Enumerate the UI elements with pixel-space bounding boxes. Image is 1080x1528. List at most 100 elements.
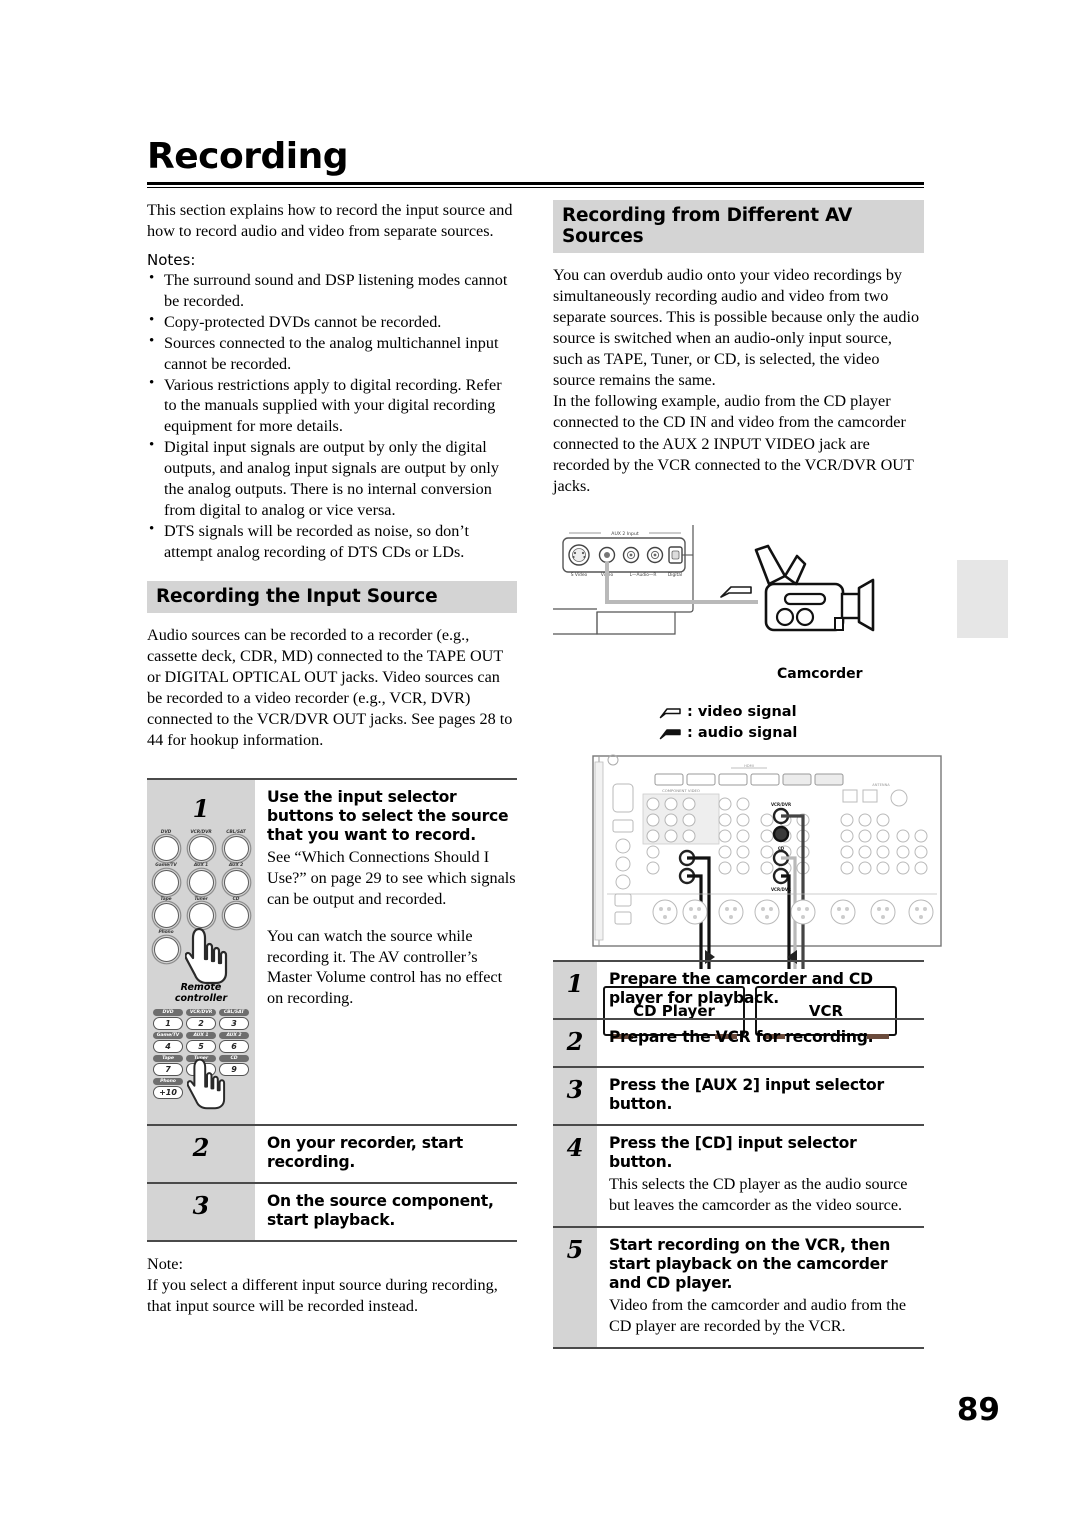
remote-knob-cblsat[interactable]: CBL/SAT (221, 829, 251, 862)
step-number: 5 (553, 1226, 597, 1348)
keypad-key-6[interactable]: AUX 2 6 (219, 1031, 249, 1053)
step-number: 4 (553, 1125, 597, 1227)
remote-controller-illustration: 1 DVD VCR/DVR CBL/SAT Game/TV AUX 1 AUX … (147, 778, 255, 1125)
key-caption: Phono (153, 1077, 183, 1085)
keypad-key-9[interactable]: CD 9 (219, 1054, 249, 1076)
key-label: 4 (153, 1039, 183, 1053)
av-sources-steps-table: 1 Prepare the camcorder and CD player fo… (553, 960, 924, 1349)
input-source-steps-table: 1 DVD VCR/DVR CBL/SAT Game/TV AUX 1 AUX … (147, 778, 517, 1242)
intro-paragraph: This section explains how to record the … (147, 201, 513, 241)
remote-knob-aux1[interactable]: AUX 1 (186, 863, 216, 895)
final-note-label: Note: (147, 1254, 183, 1273)
audio-signal-arrow-icon (659, 728, 681, 739)
step-number: 2 (553, 1019, 597, 1068)
legend-row-video: : video signal (659, 702, 924, 723)
keypad-key-2[interactable]: VCR/DVR 2 (186, 1008, 216, 1030)
step-body-1: See “Which Connections Should I Use?” on… (267, 848, 516, 908)
knob-circle-icon (223, 836, 249, 862)
notes-label: Notes: (147, 251, 196, 270)
keypad-key-7[interactable]: Tape 7 (153, 1054, 183, 1076)
key-caption: Tape (153, 1054, 183, 1062)
knob-circle-icon (153, 903, 179, 929)
video-signal-arrow-icon (659, 707, 681, 718)
keypad-key-5[interactable]: AUX 1 5 (186, 1031, 216, 1053)
note-item: The surround sound and DSP listening mod… (147, 269, 517, 312)
key-label: 9 (219, 1062, 249, 1076)
jack-label-vcrdvr-top: VCR/DVR (771, 802, 791, 807)
knob-circle-icon (188, 869, 214, 895)
svg-text:HDMI: HDMI (744, 764, 754, 768)
svg-text:ANTENNA: ANTENNA (872, 783, 890, 787)
knob-caption: Tape (160, 896, 172, 902)
remote-knob-tuner[interactable]: Tuner (186, 896, 216, 929)
remote-knob-dvd[interactable]: DVD (151, 830, 181, 862)
legend-audio-text: : audio signal (687, 724, 798, 741)
step-heading: Press the [AUX 2] input selector button. (609, 1076, 884, 1114)
knob-circle-icon (153, 869, 179, 895)
keypad-key-plus10[interactable]: Phono +10 (153, 1077, 183, 1112)
table-row: 5 Start recording on the VCR, then start… (553, 1226, 924, 1348)
key-caption: CD (219, 1054, 249, 1062)
table-row: 1 DVD VCR/DVR CBL/SAT Game/TV AUX 1 AUX … (147, 778, 517, 1125)
step-heading: On your recorder, start recording. (267, 1133, 463, 1171)
step-heading: Use the input selector buttons to select… (267, 787, 509, 844)
av-step-2-content: Prepare the VCR for recording. (597, 1019, 924, 1067)
manual-page: Recording This section explains how to r… (0, 0, 1080, 1528)
aux2-panel-title: AUX 2 Input (611, 531, 639, 537)
remote-knob-gametv[interactable]: Game/TV (151, 863, 181, 895)
av-step-4-content: Press the [CD] input selector button. Th… (597, 1125, 924, 1227)
step-number: 1 (553, 961, 597, 1020)
input-source-paragraph: Audio sources can be recorded to a recor… (147, 625, 513, 749)
av-step-1-content: Prepare the camcorder and CD player for … (597, 961, 924, 1019)
key-label: 5 (186, 1039, 216, 1053)
knob-caption: Tuner (194, 896, 208, 902)
rear-panel-diagram: HDMI COMPONENT VIDEO VCR/DVR CD VCR/DVR … (592, 754, 942, 969)
key-caption: CBL/SAT (219, 1008, 249, 1016)
knob-circle-icon (223, 903, 249, 929)
title-rule-thin (147, 186, 924, 188)
remote-knob-aux2[interactable]: AUX 2 (221, 863, 251, 895)
knob-circle-icon (153, 936, 179, 962)
pointing-hand-icon (184, 925, 229, 985)
keypad-key-4[interactable]: Game/TV 4 (153, 1031, 183, 1053)
step-heading: Prepare the VCR for recording. (609, 1028, 874, 1047)
step-number: 1 (192, 793, 210, 823)
knob-circle-icon (188, 836, 214, 862)
aux-label-svideo: S Video (571, 572, 588, 578)
key-caption: AUX 1 (186, 1031, 216, 1039)
remote-knob-vcrdvr[interactable]: VCR/DVR (186, 829, 216, 862)
knob-caption: AUX 1 (193, 863, 209, 869)
section-heading-input-source: Recording the Input Source (147, 580, 517, 613)
knob-caption: VCR/DVR (190, 829, 212, 835)
step-body: Video from the camcorder and audio from … (609, 1295, 907, 1335)
aux-label-digital: Digital (668, 572, 682, 578)
knob-caption: CBL/SAT (226, 829, 246, 835)
section-heading-av-sources: Recording from Different AV Sources (553, 200, 924, 253)
key-label: 8 (186, 1062, 216, 1076)
note-item: Various restrictions apply to digital re… (147, 374, 517, 438)
keypad-key-3[interactable]: CBL/SAT 3 (219, 1008, 249, 1030)
signal-legend: : video signal : audio signal (553, 702, 924, 744)
remote-knob-tape[interactable]: Tape (151, 896, 181, 929)
aux-label-audio: L—Audio—R (630, 572, 657, 578)
step-number: 3 (147, 1182, 255, 1241)
knob-caption: AUX 2 (228, 863, 244, 869)
step-body-2: You can watch the source while recording… (267, 926, 503, 1008)
key-label: 3 (219, 1016, 249, 1030)
step-heading: Start recording on the VCR, then start p… (609, 1235, 891, 1292)
right-column: Recording from Different AV Sources You … (553, 200, 942, 1348)
note-item: Sources connected to the analog multicha… (147, 332, 517, 375)
knob-circle-icon (223, 869, 249, 895)
remote-knob-cd[interactable]: CD (221, 897, 251, 929)
table-row: 1 Prepare the camcorder and CD player fo… (553, 961, 924, 1020)
key-caption: DVD (153, 1008, 183, 1016)
key-label: 6 (219, 1039, 249, 1053)
av-sources-paragraph-1: You can overdub audio onto your video re… (553, 266, 920, 390)
title-rule-thick (147, 181, 924, 185)
keypad-key-8[interactable]: Tuner 8 (186, 1054, 216, 1076)
key-caption: VCR/DVR (186, 1008, 216, 1016)
keypad-key-1[interactable]: DVD 1 (153, 1008, 183, 1030)
page-title: Recording (147, 136, 348, 177)
remote-knob-phono[interactable]: Phono (151, 930, 181, 975)
note-item: DTS signals will be recorded as noise, s… (147, 520, 517, 563)
